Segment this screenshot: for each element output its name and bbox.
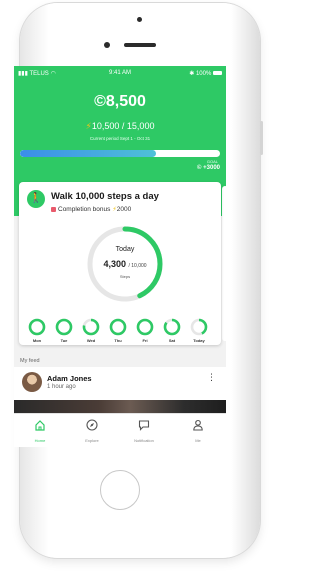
day-ring: [136, 318, 154, 336]
gift-icon: [51, 206, 56, 212]
tab-bar: Home Explore Notification Me: [14, 413, 226, 447]
day-ring: [82, 318, 100, 336]
front-camera: [104, 42, 110, 48]
coin-icon: ©: [94, 93, 106, 110]
day-ring: [109, 318, 127, 336]
day-label: Wed: [86, 338, 96, 343]
goal-progress-fill: [20, 150, 156, 157]
day-progress-6: Today: [190, 318, 208, 343]
day-ring: [190, 318, 208, 336]
day-label: Sat: [168, 338, 176, 343]
energy-progress: ⚡10,500 / 15,000: [85, 121, 155, 131]
steps-current: 4,300: [103, 259, 126, 269]
person-icon: [193, 419, 203, 431]
app-screen: ▮▮▮ TELUS ◠ 9:41 AM ✱ 100% ©8,500 ⚡10,50…: [14, 66, 226, 447]
period-label: Current period Sept 1 - Oct 31: [89, 136, 151, 141]
tab-me-label: Me: [195, 438, 201, 443]
balance-value: 8,500: [105, 93, 146, 110]
day-label: Today: [193, 338, 205, 343]
walking-icon: 🚶: [27, 190, 45, 208]
tab-notification[interactable]: Notification: [124, 418, 164, 443]
feed-post[interactable]: Adam Jones 1 hour ago ⋮: [14, 367, 226, 413]
goal-reward: © +3000: [197, 165, 220, 171]
day-ring: [55, 318, 73, 336]
home-button[interactable]: [100, 470, 140, 510]
challenge-title: Walk 10,000 steps a day: [51, 191, 159, 202]
weekly-progress: Mon Tue Wed Thu Fri Sat Today: [28, 318, 214, 344]
status-battery: ✱ 100%: [189, 70, 222, 77]
day-progress-1: Tue: [55, 318, 73, 343]
bonus-value: 2000: [116, 206, 132, 213]
day-progress-0: Mon: [28, 318, 46, 343]
next-card-peek[interactable]: [222, 186, 226, 341]
tab-explore-label: Explore: [85, 438, 99, 443]
day-progress-3: Thu: [109, 318, 127, 343]
day-progress-4: Fri: [136, 318, 154, 343]
day-ring: [28, 318, 46, 336]
completion-bonus: Completion bonus ⚡2000: [51, 205, 131, 213]
challenge-card[interactable]: 🚶 Walk 10,000 steps a day Completion bon…: [19, 182, 221, 345]
day-label: Mon: [32, 338, 42, 343]
post-image[interactable]: [14, 400, 226, 413]
bluetooth-icon: ✱: [189, 71, 195, 77]
steps-goal: / 10,000: [128, 263, 147, 269]
power-button: [260, 121, 263, 155]
tab-me[interactable]: Me: [178, 418, 218, 443]
avatar[interactable]: [22, 372, 42, 392]
tab-home-label: Home: [34, 438, 46, 443]
feed-section-label: My feed: [20, 358, 40, 364]
energy-total: 15,000: [126, 121, 155, 131]
more-options-icon[interactable]: ⋮: [207, 373, 216, 382]
goal-progress-bar: [20, 150, 220, 157]
steps-count: 4,300 / 10,000: [85, 259, 165, 269]
bonus-label: Completion bonus: [58, 206, 111, 213]
chat-icon: [138, 420, 150, 431]
goal-label: GOAL: [206, 159, 218, 164]
post-author[interactable]: Adam Jones: [47, 374, 92, 383]
proximity-sensor: [137, 17, 142, 22]
tab-home[interactable]: Home: [20, 418, 60, 443]
ring-center: Today 4,300 / 10,000 Steps: [85, 224, 165, 304]
day-ring: [163, 318, 181, 336]
compass-icon: [86, 419, 98, 431]
today-label: Today: [115, 246, 135, 253]
battery-level: 100%: [195, 71, 212, 77]
energy-current: 10,500: [91, 121, 120, 131]
day-label: Tue: [60, 338, 68, 343]
day-progress-5: Sat: [163, 318, 181, 343]
home-icon: [35, 420, 45, 431]
earpiece-speaker: [124, 43, 156, 47]
tab-notification-label: Notification: [134, 438, 154, 443]
tab-explore[interactable]: Explore: [72, 418, 112, 443]
day-progress-2: Wed: [82, 318, 100, 343]
coin-balance: ©8,500: [14, 93, 226, 111]
steps-unit: Steps: [119, 274, 131, 279]
day-label: Fri: [142, 338, 148, 343]
post-time: 1 hour ago: [47, 384, 76, 390]
battery-icon: [213, 71, 222, 76]
day-label: Thu: [114, 338, 122, 343]
